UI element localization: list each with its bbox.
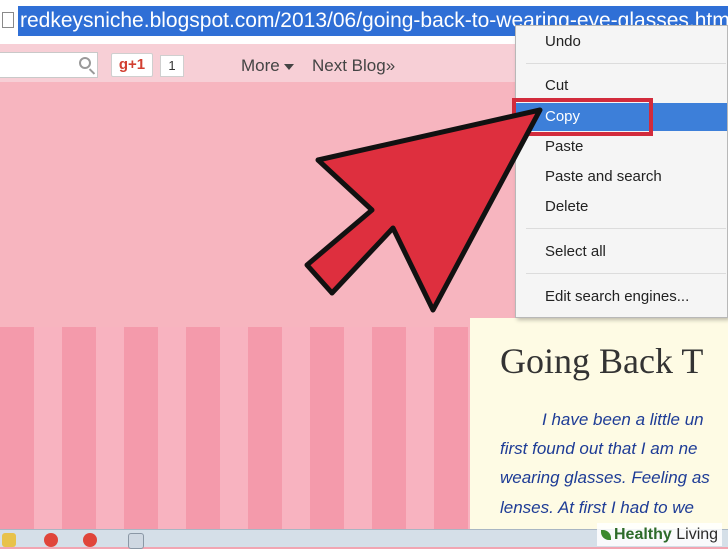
next-blog-link[interactable]: Next Blog» [312, 56, 395, 76]
menu-item-select-all[interactable]: Select all [516, 238, 727, 266]
chrome-icon[interactable] [83, 533, 97, 547]
menu-separator [526, 63, 726, 64]
post-text-line: I have been a little un [542, 410, 704, 429]
chrome-icon[interactable] [44, 533, 58, 547]
menu-item-edit-search-engines[interactable]: Edit search engines... [516, 283, 727, 311]
menu-item-paste[interactable]: Paste [516, 133, 727, 161]
menu-item-delete[interactable]: Delete [516, 193, 727, 221]
post-title[interactable]: Going Back T [500, 340, 703, 382]
blog-header-area [0, 82, 516, 327]
context-menu: Undo Cut Copy Paste Paste and search Del… [515, 25, 728, 318]
document-icon[interactable] [128, 533, 144, 549]
search-icon[interactable] [79, 57, 91, 69]
leaf-icon [601, 529, 611, 540]
folder-icon[interactable] [2, 533, 16, 547]
blog-search-input[interactable] [0, 52, 98, 78]
watermark-brand-rest: Living [671, 526, 719, 543]
post-text-line: wearing glasses. Feeling as [500, 468, 710, 487]
google-plus-one-button[interactable]: g+1 [111, 53, 153, 77]
google-plus-count: 1 [160, 55, 184, 77]
healthy-living-watermark: Healthy Living [597, 523, 723, 546]
watermark-brand-bold: Healthy [614, 526, 672, 543]
menu-item-cut[interactable]: Cut [516, 72, 727, 100]
copy-highlight-frame [512, 98, 653, 136]
post-text-line: lenses. At first I had to we [500, 498, 695, 517]
post-panel: Going Back T I have been a little un fir… [470, 318, 728, 529]
menu-separator [526, 228, 726, 229]
striped-background [0, 327, 470, 529]
menu-item-paste-and-search[interactable]: Paste and search [516, 163, 727, 191]
menu-separator [526, 273, 726, 274]
chevron-down-icon [283, 63, 294, 70]
more-label: More [241, 56, 280, 75]
more-menu-button[interactable]: More [241, 56, 294, 76]
page-icon [2, 12, 14, 28]
menu-item-undo[interactable]: Undo [516, 28, 727, 56]
post-text-line: first found out that I am ne [500, 439, 698, 458]
